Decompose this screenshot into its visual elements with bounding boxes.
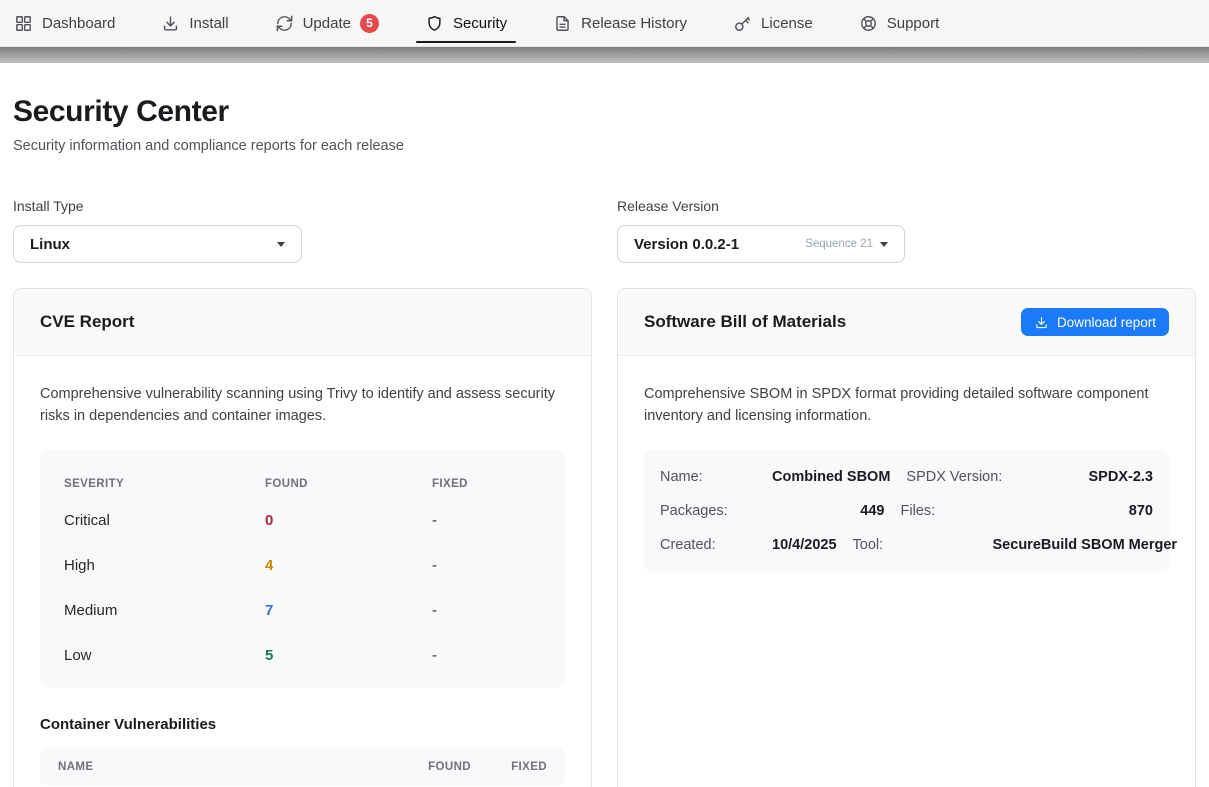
nav-item-release-history[interactable]: Release History [553,0,687,46]
download-icon [1034,315,1049,330]
severity-name: Critical [64,512,265,529]
table-row: Low 5 - [64,633,541,678]
sbom-description: Comprehensive SBOM in SPDX format provid… [644,384,1169,427]
cve-report-title: CVE Report [40,312,134,332]
fixed-col-header: FIXED [499,761,547,773]
dashboard-icon [14,14,33,33]
severity-found-count: 7 [265,602,432,619]
sbom-tool-label: Tool: [853,537,977,553]
chevron-down-icon [277,242,285,247]
sbom-created-label: Created: [660,537,756,553]
page-subtitle: Security information and compliance repo… [13,138,1196,154]
container-vulnerabilities-table-header: NAME FOUND FIXED [40,748,565,786]
nav-item-support[interactable]: Support [859,0,940,46]
sbom-header: Software Bill of Materials Download repo… [618,289,1195,356]
sbom-files-label: Files: [901,503,1025,519]
nav-label-release-history: Release History [581,15,687,32]
table-row: Created: 10/4/2025 Tool: SecureBuild SBO… [660,528,1153,562]
found-col-header: FOUND [409,761,471,773]
download-report-button[interactable]: Download report [1021,308,1169,336]
nav-label-security: Security [453,15,507,32]
sbom-card: Software Bill of Materials Download repo… [617,288,1196,787]
main-content: Security Center Security information and… [0,95,1209,787]
nav-label-support: Support [887,15,940,32]
severity-found-count: 0 [265,512,432,529]
sbom-name-value: Combined SBOM [772,469,890,485]
release-version-select[interactable]: Version 0.0.2-1 Sequence 21 [617,225,905,263]
cards-row: CVE Report Comprehensive vulnerability s… [13,288,1196,787]
severity-name: High [64,557,265,574]
release-version-label: Release Version [617,198,1196,214]
nav-label-dashboard: Dashboard [42,15,115,32]
severity-table: SEVERITY FOUND FIXED Critical 0 - High 4… [40,450,565,688]
severity-fixed-count: - [432,602,541,619]
sbom-created-value: 10/4/2025 [772,537,837,553]
severity-found-count: 4 [265,557,432,574]
install-type-label: Install Type [13,198,592,214]
severity-table-header: SEVERITY FOUND FIXED [64,462,541,498]
sbom-name-label: Name: [660,469,756,485]
security-shield-icon [425,14,444,33]
table-row: Name: Combined SBOM SPDX Version: SPDX-2… [660,460,1153,494]
table-row: Critical 0 - [64,498,541,543]
nav-item-install[interactable]: Install [161,0,228,46]
cve-report-body: Comprehensive vulnerability scanning usi… [14,356,591,787]
sbom-packages-value: 449 [772,503,885,519]
severity-fixed-count: - [432,647,541,664]
severity-col-header: SEVERITY [64,468,265,496]
table-row: High 4 - [64,543,541,588]
container-vulnerabilities-title: Container Vulnerabilities [40,716,565,733]
sbom-files-value: 870 [1041,503,1154,519]
install-type-select[interactable]: Linux [13,225,302,263]
nav-label-install: Install [189,15,228,32]
download-report-label: Download report [1057,315,1156,330]
found-col-header: FOUND [265,468,432,496]
install-type-filter: Install Type Linux [13,198,592,263]
severity-fixed-count: - [432,512,541,529]
cve-report-card: CVE Report Comprehensive vulnerability s… [13,288,592,787]
release-version-value: Version 0.0.2-1 [634,236,739,253]
name-col-header: NAME [58,761,381,773]
nav-item-security[interactable]: Security [425,0,507,46]
nav-label-update: Update [303,15,351,32]
license-key-icon [733,14,752,33]
update-count-badge: 5 [360,14,379,33]
severity-name: Medium [64,602,265,619]
sbom-spdx-version-value: SPDX-2.3 [1046,469,1153,485]
severity-found-count: 5 [265,647,432,664]
nav-label-license: License [761,15,813,32]
install-type-value: Linux [30,236,70,253]
table-row: Medium 7 - [64,588,541,633]
release-history-icon [553,14,572,33]
support-lifebuoy-icon [859,14,878,33]
top-nav: Dashboard Install Update 5 Security Rele… [0,0,1209,47]
sbom-packages-label: Packages: [660,503,756,519]
severity-name: Low [64,647,265,664]
severity-fixed-count: - [432,557,541,574]
scroll-shadow-band [0,47,1209,63]
release-version-filter: Release Version Version 0.0.2-1 Sequence… [617,198,1196,263]
nav-item-update[interactable]: Update 5 [275,0,379,46]
nav-item-license[interactable]: License [733,0,813,46]
fixed-col-header: FIXED [432,468,541,496]
sbom-body: Comprehensive SBOM in SPDX format provid… [618,356,1195,600]
cve-report-description: Comprehensive vulnerability scanning usi… [40,384,565,427]
cve-report-header: CVE Report [14,289,591,356]
nav-item-dashboard[interactable]: Dashboard [14,0,115,46]
sbom-tool-value: SecureBuild SBOM Merger [993,537,1178,553]
sbom-details-grid: Name: Combined SBOM SPDX Version: SPDX-2… [644,450,1169,572]
update-icon [275,14,294,33]
table-row: Packages: 449 Files: 870 [660,494,1153,528]
install-icon [161,14,180,33]
chevron-down-icon [880,242,888,247]
page-title: Security Center [13,95,1196,129]
sbom-spdx-version-label: SPDX Version: [906,469,1030,485]
filters-row: Install Type Linux Release Version Versi… [13,198,1196,263]
sbom-title: Software Bill of Materials [644,312,846,332]
sequence-label: Sequence 21 [805,238,873,250]
